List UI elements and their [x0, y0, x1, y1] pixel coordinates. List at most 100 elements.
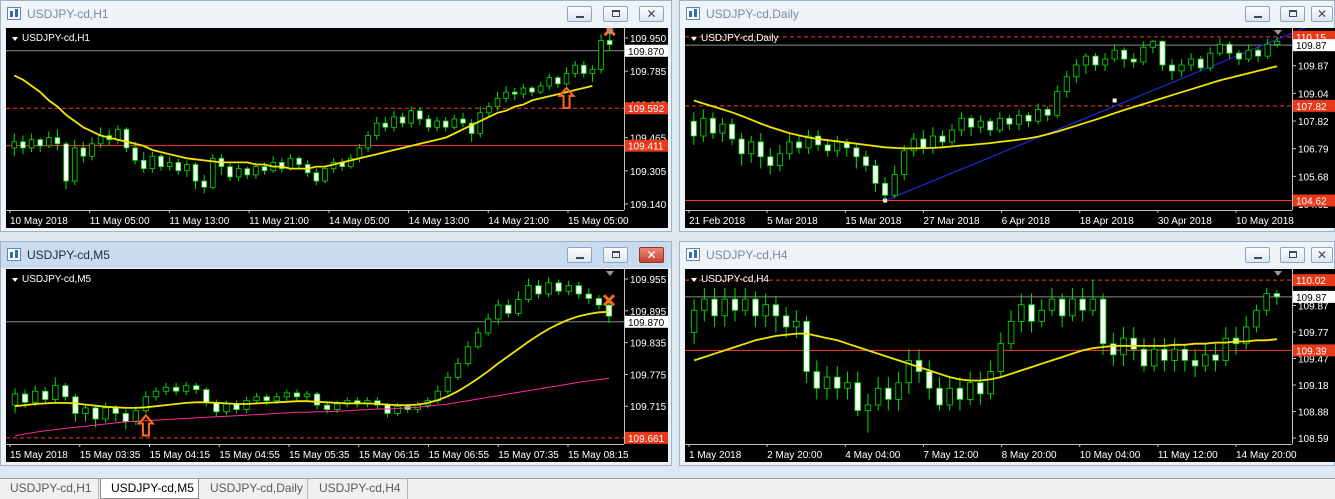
price-marker-label: 109.870 — [628, 47, 665, 58]
maximize-icon — [612, 251, 620, 258]
candle-bear — [968, 117, 975, 128]
candle-bear — [782, 315, 790, 328]
candle-bear — [813, 371, 821, 389]
candle-bull — [1007, 320, 1015, 345]
minimize-button[interactable] — [1245, 247, 1270, 263]
minimize-button[interactable] — [1245, 6, 1270, 22]
candle-bull — [253, 396, 260, 402]
candle-bull — [690, 309, 698, 333]
tab-usdjpy-h1[interactable]: USDJPY-cd,H1 — [0, 479, 99, 499]
candle-bear — [729, 123, 736, 140]
maximize-button[interactable] — [603, 6, 628, 22]
time-tick-label: 27 Mar 2018 — [923, 216, 980, 227]
candle-bull — [793, 320, 800, 328]
price-tick-label: 109.305 — [630, 167, 667, 178]
candle-bear — [977, 382, 984, 395]
candle-bull — [11, 141, 18, 149]
candle-bull — [948, 129, 956, 143]
close-button[interactable]: ✕ — [1311, 247, 1333, 263]
chart-window-h1[interactable]: USDJPY-cd,H1 ✕ 109.950109.785109.625109.… — [0, 0, 672, 232]
window-titlebar[interactable]: USDJPY-cd,Daily ✕ — [680, 1, 1334, 27]
candle-bear — [1121, 49, 1128, 60]
tab-usdjpy-m5[interactable]: USDJPY-cd,M5 — [100, 479, 199, 499]
chart-background — [6, 269, 668, 462]
candle-bull — [996, 117, 1003, 131]
window-titlebar[interactable]: USDJPY-cd,M5 ✕ — [1, 242, 671, 268]
candle-bull — [748, 141, 755, 155]
price-tick-label: 108.88 — [1298, 408, 1329, 419]
close-button[interactable]: ✕ — [639, 247, 664, 263]
price-tick-label: 108.59 — [1298, 434, 1329, 445]
chart-window-icon — [686, 248, 700, 261]
candle-bull — [303, 393, 311, 398]
candle-bull — [1102, 58, 1109, 66]
time-tick-label: 15 Mar 2018 — [845, 216, 902, 227]
price-chart-h4[interactable]: 110.07109.87109.77109.47109.18108.88108.… — [685, 269, 1335, 462]
candle-bull — [149, 155, 156, 170]
close-button[interactable]: ✕ — [639, 6, 664, 22]
time-tick-label: 15 May 05:35 — [289, 450, 350, 461]
minimize-icon — [1254, 16, 1262, 18]
candle-bull — [834, 141, 841, 152]
candle-bull — [434, 120, 440, 128]
candle-bull — [546, 77, 553, 87]
price-chart-h1[interactable]: 109.950109.785109.625109.465109.305109.1… — [6, 28, 668, 228]
candle-bear — [939, 135, 946, 143]
candle-bear — [382, 122, 389, 128]
candle-bear — [158, 155, 164, 167]
candle-bear — [1191, 360, 1199, 367]
candle-bull — [525, 285, 532, 300]
candle-bull — [52, 385, 59, 400]
price-tick-label: 109.18 — [1298, 381, 1329, 392]
close-icon: ✕ — [646, 248, 657, 262]
candle-bull — [1178, 64, 1185, 72]
candle-bear — [1197, 58, 1204, 69]
candle-bear — [1130, 337, 1137, 350]
tab-usdjpy-h4[interactable]: USDJPY-cd,H4 — [309, 479, 408, 499]
time-tick-label: 15 May 04:55 — [219, 450, 280, 461]
minimize-button[interactable] — [567, 6, 592, 22]
close-button[interactable]: ✕ — [1311, 6, 1333, 22]
candle-bull — [1263, 293, 1270, 311]
time-tick-label: 15 May 03:35 — [80, 450, 141, 461]
chart-window-h4[interactable]: USDJPY-cd,H4 ✕ 110.07109.87109.77109.471… — [679, 241, 1335, 466]
candle-bear — [227, 166, 233, 178]
window-title: USDJPY-cd,H4 — [706, 248, 788, 262]
maximize-button[interactable] — [603, 247, 628, 263]
maximize-button[interactable] — [1280, 247, 1305, 263]
candle-bull — [515, 299, 522, 314]
window-titlebar[interactable]: USDJPY-cd,H4 ✕ — [680, 242, 1334, 268]
maximize-button[interactable] — [1280, 6, 1305, 22]
candle-bull — [477, 112, 484, 134]
price-tick-label: 106.79 — [1298, 145, 1329, 156]
candle-bull — [28, 139, 35, 149]
window-titlebar[interactable]: USDJPY-cd,H1 ✕ — [1, 1, 671, 27]
chart-window-daily[interactable]: USDJPY-cd,Daily ✕ 110.15109.87109.04107.… — [679, 0, 1335, 232]
chart-window-m5[interactable]: USDJPY-cd,M5 ✕ 109.955 109.895 109.835 109.… — [0, 241, 672, 466]
candle-bear — [885, 387, 892, 400]
candle-bull — [283, 392, 291, 398]
candle-bear — [1058, 298, 1066, 317]
minimize-button[interactable] — [567, 247, 592, 263]
price-tick-label: 105.68 — [1298, 172, 1329, 183]
price-marker-label: 109.870 — [628, 318, 665, 329]
candle-bear — [42, 390, 49, 400]
price-chart-m5[interactable]: 109.955109.895109.835109.775109.715109.6… — [6, 269, 668, 462]
price-tick-label: 109.955 — [630, 275, 667, 286]
candle-bear — [1099, 298, 1107, 345]
candle-bull — [1188, 58, 1195, 66]
price-marker-label: 109.592 — [628, 104, 665, 115]
candle-bear — [193, 385, 200, 390]
candle-bear — [1028, 304, 1035, 322]
candle-bull — [1274, 40, 1281, 45]
candle-bear — [72, 396, 79, 414]
price-tick-label: 109.04 — [1298, 89, 1329, 100]
candle-bull — [1150, 348, 1158, 367]
candle-bear — [853, 147, 860, 158]
price-chart-daily[interactable]: 110.15109.87109.04107.82106.79105.68104.… — [685, 28, 1335, 228]
window-title: USDJPY-cd,M5 — [27, 248, 110, 262]
candle-bull — [844, 382, 851, 389]
tab-usdjpy-daily[interactable]: USDJPY-cd,Daily — [200, 479, 308, 499]
candle-bear — [803, 320, 810, 372]
price-marker-label: 109.661 — [628, 434, 665, 445]
